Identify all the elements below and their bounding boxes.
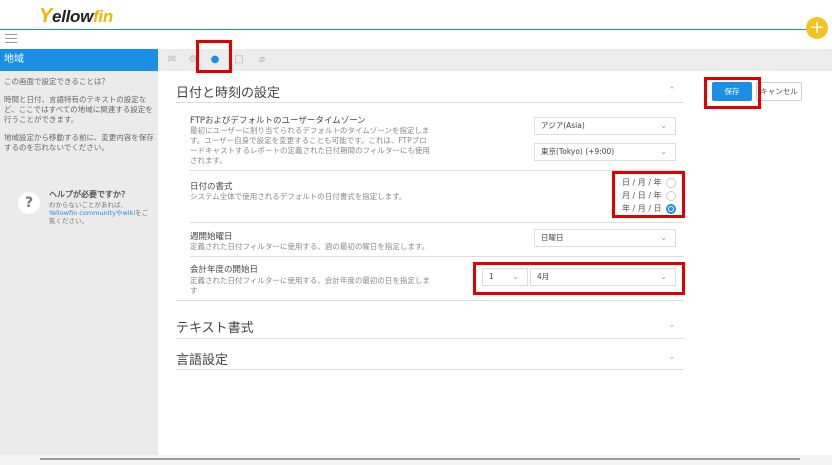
region-select[interactable]: アジア(Asia) ⌄: [534, 117, 676, 135]
collapse-chevron-icon[interactable]: ⌃: [668, 86, 676, 96]
horizontal-scrollbar[interactable]: [40, 458, 800, 460]
fiscal-year-title: 会計年度の開始日: [190, 265, 259, 275]
week-start-value: 日曜日: [541, 233, 564, 242]
chevron-down-icon: ⌄: [660, 233, 667, 242]
fiscal-year-desc-1: 定義された日付フィルターに使用する、会計年度の最初の日を指定しま: [190, 276, 430, 285]
week-start-desc: 定義された日付フィルターに使用する、週の最初の曜日を指定します。: [190, 242, 430, 251]
date-format-desc: システム全体で使用されるデフォルトの日付書式を指定します。: [190, 192, 407, 201]
text-format-section-heading[interactable]: テキスト書式: [176, 317, 254, 336]
cancel-button[interactable]: キャンセル: [756, 82, 802, 101]
sidebar-reminder: 地域設定から移動する前に、変更内容を保存するのを忘れないでください。: [4, 133, 154, 152]
envelope-icon[interactable]: ✉: [166, 54, 178, 66]
yellowfin-logo[interactable]: Yellowfin: [39, 5, 113, 28]
fiscal-year-desc-2: す: [190, 286, 198, 295]
help-title: ヘルプが必要ですか？: [49, 190, 129, 199]
question-icon: ?: [18, 192, 40, 214]
sidebar-question: この画面で設定できることは？: [4, 77, 109, 86]
expand-chevron-icon[interactable]: ⌄: [668, 320, 676, 330]
header-divider: [0, 29, 818, 30]
datetime-section-heading[interactable]: 日付と時刻の設定: [176, 82, 280, 101]
hamburger-menu-icon[interactable]: [5, 34, 17, 43]
link-icon[interactable]: ⌀: [256, 54, 268, 66]
highlight-date-format: [612, 171, 685, 218]
timezone-title: FTPおよびデフォルトのユーザータイムゾーン: [190, 116, 366, 126]
region-value: アジア(Asia): [541, 121, 585, 130]
date-format-title: 日付の書式: [190, 182, 233, 192]
language-section-heading[interactable]: 言語設定: [176, 349, 228, 368]
expand-chevron-icon[interactable]: ⌄: [668, 352, 676, 362]
section-divider: [176, 102, 684, 103]
row-divider: [190, 256, 684, 257]
section-divider: [176, 300, 684, 301]
row-divider: [190, 222, 684, 223]
city-value: 東京(Tokyo) (+9:00): [541, 147, 615, 156]
logo-text: ellow: [52, 7, 94, 26]
top-bar: Yellowfin: [0, 0, 832, 29]
city-select[interactable]: 東京(Tokyo) (+9:00) ⌄: [534, 143, 676, 161]
section-divider: [176, 338, 684, 339]
week-start-select[interactable]: 日曜日 ⌄: [534, 229, 676, 247]
timezone-desc-2: す。ユーザー自身で設定を変更することも可能です。これは、FTPブロ: [190, 136, 427, 145]
logo-letter-y: Y: [39, 5, 53, 27]
highlight-fiscal-year: [473, 262, 685, 295]
lock-icon[interactable]: □: [233, 54, 245, 66]
add-button[interactable]: +: [806, 17, 828, 39]
chevron-down-icon: ⌄: [660, 147, 667, 156]
highlight-save-button: [704, 77, 761, 109]
help-text-part1: わからないことがあれば、: [49, 201, 127, 209]
chevron-down-icon: ⌄: [660, 121, 667, 130]
timezone-desc-4: されます。: [190, 156, 227, 165]
highlight-globe-tab: [196, 40, 232, 73]
plus-icon: +: [809, 17, 825, 38]
sidebar-description: 時間と日付、言語特有のテキストの設定など、ここではすべての地域に関連する設定を行…: [4, 95, 153, 124]
section-divider: [176, 369, 684, 370]
timezone-desc-3: ードキャストするレポートの定義された日付期間のフィルターにも使用: [190, 146, 430, 155]
sidebar-title: 地域: [0, 49, 158, 71]
row-divider: [190, 170, 684, 171]
bottom-strip: [0, 455, 832, 465]
sidebar-panel: この画面で設定できることは？ 時間と日付、言語特有のテキストの設定など、ここでは…: [0, 71, 158, 455]
logo-suffix: fin: [93, 7, 113, 26]
week-start-title: 週開始曜日: [190, 232, 233, 242]
timezone-desc-1: 最初にユーザーに割り当てられるデフォルトのタイムゾーンを指定しま: [190, 126, 430, 135]
community-link[interactable]: Yellowfin communityやwiki: [49, 209, 135, 217]
help-text: わからないことがあれば、 Yellowfin communityやwikiをご覧く…: [49, 201, 149, 225]
